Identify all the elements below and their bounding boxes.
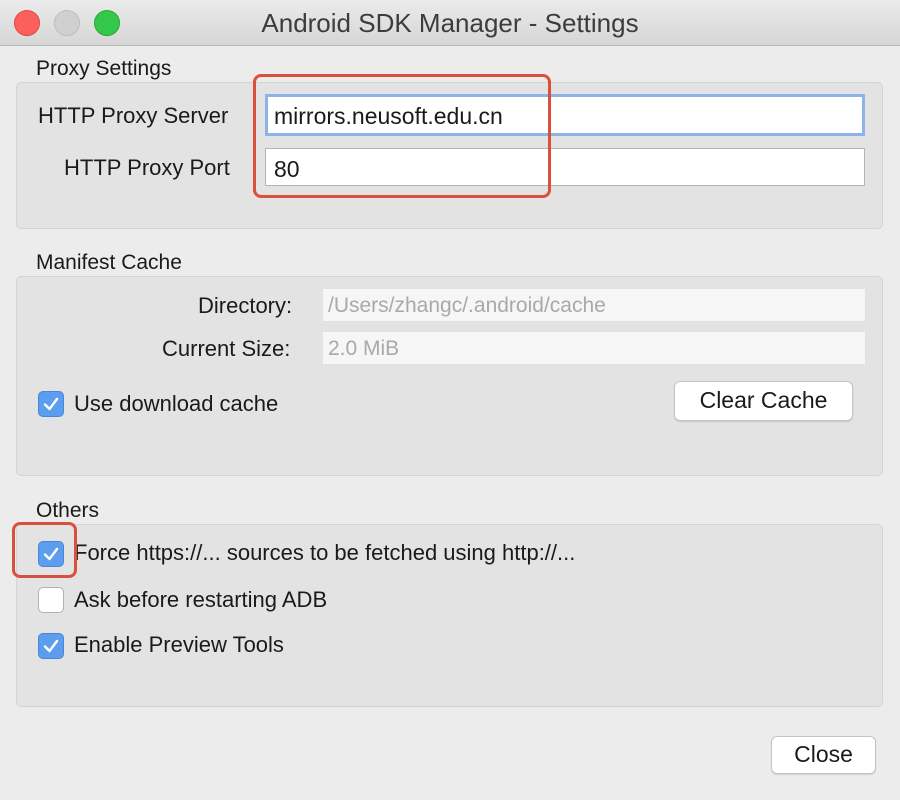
title-bar[interactable]: Android SDK Manager - Settings (0, 0, 900, 46)
manifest-cache-heading: Manifest Cache (36, 251, 182, 274)
directory-label: Directory: (198, 293, 293, 318)
http-proxy-server-label: HTTP Proxy Server (38, 103, 229, 128)
checkmark-icon (43, 639, 59, 653)
window-title: Android SDK Manager - Settings (261, 8, 639, 38)
http-proxy-port-label: HTTP Proxy Port (64, 155, 230, 180)
use-download-cache-label[interactable]: Use download cache (74, 391, 278, 417)
others-heading: Others (36, 499, 100, 522)
current-size-field: 2.0 MiB (322, 331, 866, 365)
clear-cache-button[interactable]: Clear Cache (674, 381, 853, 421)
annotation-highlight-proxy (253, 74, 551, 198)
use-download-cache-checkbox[interactable] (38, 391, 64, 417)
checkmark-icon (43, 397, 59, 411)
close-button[interactable]: Close (771, 736, 876, 774)
enable-preview-tools-label[interactable]: Enable Preview Tools (74, 632, 284, 658)
ask-restart-adb-label[interactable]: Ask before restarting ADB (74, 587, 327, 613)
annotation-highlight-force-http (12, 522, 77, 578)
current-size-label: Current Size: (162, 336, 291, 361)
proxy-settings-heading: Proxy Settings (36, 57, 172, 80)
directory-field: /Users/zhangc/.android/cache (322, 288, 866, 322)
enable-preview-tools-checkbox[interactable] (38, 633, 64, 659)
settings-window: Android SDK Manager - Settings Proxy Set… (0, 0, 900, 800)
ask-restart-adb-checkbox[interactable] (38, 587, 64, 613)
force-http-label[interactable]: Force https://... sources to be fetched … (74, 540, 575, 566)
